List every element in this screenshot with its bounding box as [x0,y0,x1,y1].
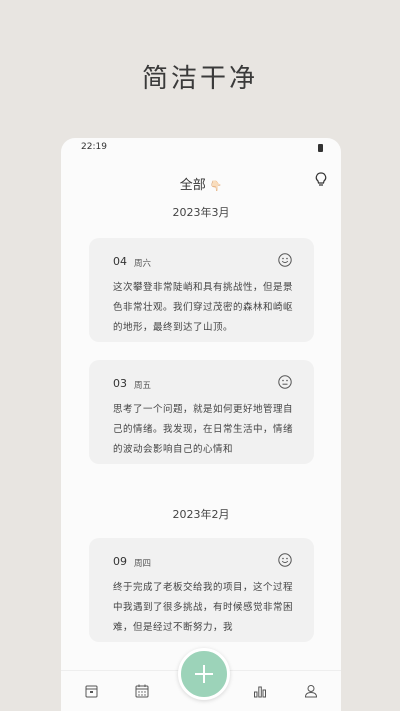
entry-day: 09 [113,555,127,568]
smile-icon [278,552,292,571]
profile-icon[interactable] [304,683,318,702]
chart-icon[interactable] [253,683,267,702]
headline: 简洁干净 [141,64,258,94]
entry-weekday: 周四 [134,559,152,569]
header: 全部 👇🏻 [61,172,341,194]
filter-dropdown[interactable]: 全部 👇🏻 [61,174,341,193]
entry-weekday: 周五 [134,381,152,391]
neutral-face-icon [278,374,292,393]
entry-text: 终于完成了老板交给我的项目，这个过程中我遇到了很多挑战，有时候感觉非常困难，但是… [113,582,294,633]
entry-day: 03 [113,377,127,390]
archive-icon[interactable] [85,683,98,702]
calendar-icon[interactable] [135,683,149,702]
entry-text: 这次攀登非常陡峭和具有挑战性，但是景色非常壮观。我们穿过茂密的森林和崎岖的地形，… [113,282,294,333]
status-time: 22:19 [81,142,107,152]
diary-entry-card[interactable]: 09 周四 终于完成了老板交给我的项目，这个过程中我遇到了很多挑战，有时候感觉非… [89,538,314,642]
page-title: 全部 [179,178,206,193]
diary-entry-card[interactable]: 03 周五 思考了一个问题，就是如何更好地管理自己的情绪。我发现，在日常生活中，… [89,360,314,464]
diary-entry-card[interactable]: 04 周六 这次攀登非常陡峭和具有挑战性，但是景色非常壮观。我们穿过茂密的森林和… [89,238,314,342]
status-bar: 22:19 [81,142,323,156]
entry-text: 思考了一个问题，就是如何更好地管理自己的情绪。我发现，在日常生活中，情绪的波动会… [113,404,294,455]
battery-icon [318,144,323,152]
phone-screen: 22:19 全部 👇🏻 2023年3月 04 周六 这次攀登非常陡峭和具有挑战性… [61,138,341,711]
add-entry-button[interactable] [178,648,230,700]
pointing-down-emoji-icon: 👇🏻 [209,181,223,192]
entry-weekday: 周六 [134,259,152,269]
lightbulb-icon[interactable] [315,172,327,192]
smile-icon [278,252,292,271]
month-header: 2023年3月 [172,206,230,219]
entry-day: 04 [113,255,127,268]
month-header: 2023年2月 [172,508,230,521]
add-icon [193,663,215,689]
